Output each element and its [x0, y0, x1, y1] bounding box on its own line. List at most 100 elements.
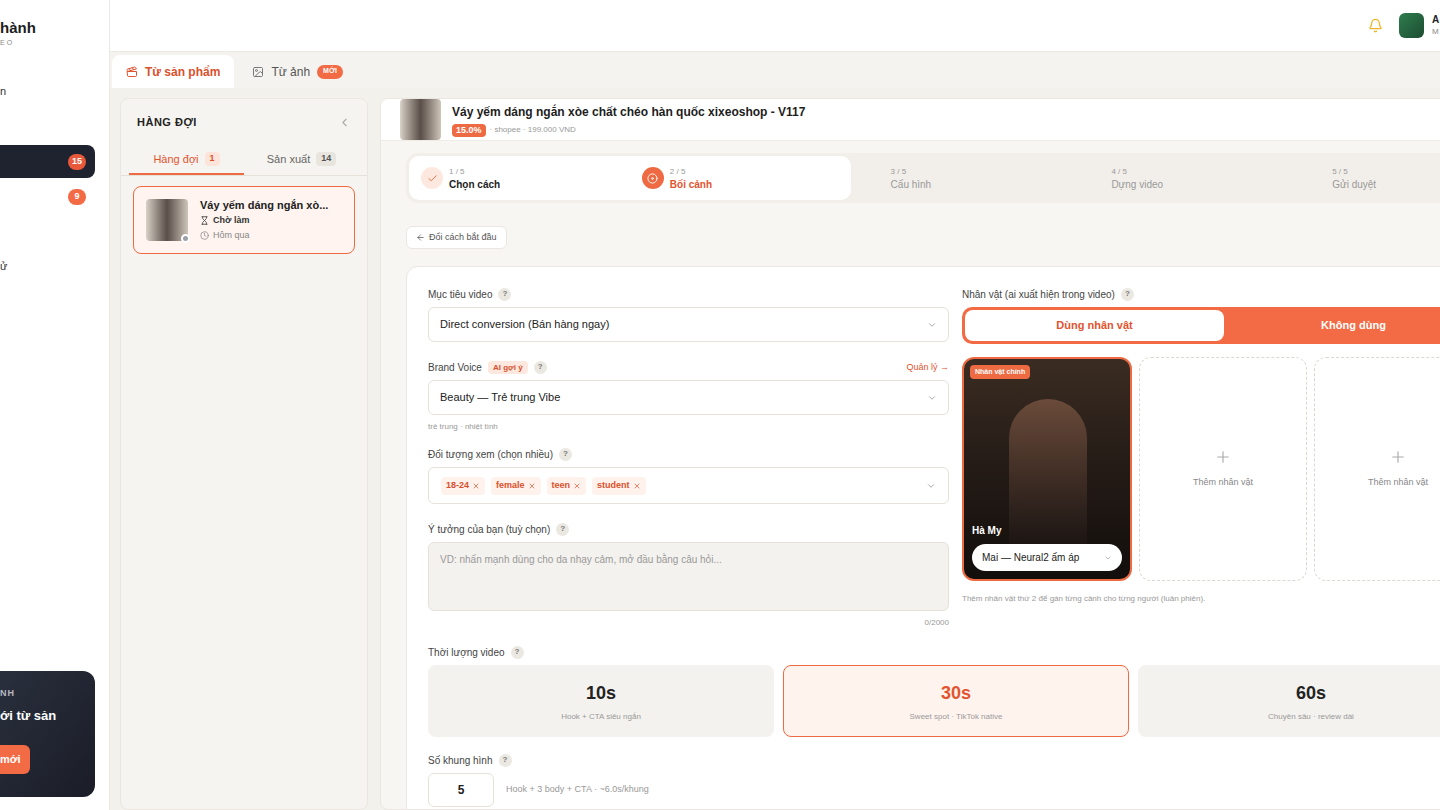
app: hànhEO n 15 9 ử NHới từ sảnmới AM Từ sản phẩmTừ…	[0, 0, 1440, 810]
collapse-icon[interactable]	[338, 116, 351, 129]
help-icon[interactable]: ?	[559, 448, 572, 461]
remove-icon[interactable]	[472, 482, 480, 490]
editor-panel: Váy yếm dáng ngắn xòe chất chéo hàn quốc…	[380, 98, 1440, 810]
chevron-down-icon	[927, 320, 937, 330]
source-tab[interactable]: Từ ảnhMỚI	[238, 55, 356, 88]
character-cards: Nhân vật chínhHà MyMai — Neural2 ấm ápTh…	[962, 357, 1440, 581]
brand-voice-hint: trẻ trung · nhiệt tình	[428, 421, 949, 433]
active-step-icon	[642, 167, 664, 189]
field-label: Thời lượng video?	[428, 643, 1440, 661]
sidebar-badge: 15	[68, 154, 86, 170]
chevron-down-icon	[1104, 554, 1112, 562]
image-icon	[252, 66, 264, 78]
character-mode-toggle: Dùng nhân vậtKhông dùng	[962, 307, 1440, 344]
stepper: 1 / 5Chọn cách2 / 5Bối cảnh3 / 5Cấu hình…	[406, 153, 1440, 203]
chevron-down-icon	[926, 481, 936, 491]
queue-tab[interactable]: Hàng đợi1	[129, 145, 244, 175]
hourglass-icon	[200, 216, 209, 225]
idea-textarea[interactable]: VD: nhấn mạnh dùng cho da nhạy cảm, mở đ…	[428, 542, 949, 611]
field-label: Brand VoiceAI gợi ý?Quản lý →	[428, 358, 949, 376]
top-header: AM	[110, 0, 1440, 52]
help-icon[interactable]: ?	[499, 754, 512, 767]
remove-icon[interactable]	[573, 482, 581, 490]
duration-option[interactable]: 30sSweet spot · TikTok native	[783, 665, 1129, 737]
promo-card: NHới từ sảnmới	[0, 671, 95, 797]
step[interactable]: 3 / 5Cấu hình	[851, 156, 1072, 200]
status-dot	[181, 234, 190, 243]
step[interactable]: 5 / 5Gửi duyệt	[1292, 156, 1440, 200]
duration-option[interactable]: 10sHook + CTA siêu ngắn	[428, 665, 774, 737]
add-character-card[interactable]: Thêm nhân vật	[1139, 357, 1307, 581]
duration-options: 10sHook + CTA siêu ngắn30sSweet spot · T…	[428, 665, 1440, 737]
remove-icon[interactable]	[633, 482, 641, 490]
promo-button[interactable]: mới	[0, 745, 30, 774]
workspace: HÀNG ĐỢIHàng đợi1Sản xuất14 Váy yếm dáng …	[110, 88, 1440, 810]
manage-link[interactable]: Quản lý →	[906, 362, 949, 372]
field-label: Nhân vật (ai xuất hiện trong video)?	[962, 285, 1440, 303]
sidebar-item[interactable]: 9	[0, 179, 109, 214]
voice-select[interactable]: Mai — Neural2 ấm áp	[972, 544, 1122, 571]
sidebar-item[interactable]	[0, 109, 109, 144]
help-icon[interactable]: ?	[1121, 288, 1134, 301]
avatar[interactable]	[1399, 13, 1424, 38]
character-photo	[1009, 399, 1087, 549]
clapper-icon	[126, 66, 138, 78]
bell-icon[interactable]	[1368, 18, 1383, 33]
sidebar-badge: 9	[68, 189, 86, 205]
step[interactable]: 4 / 5Dựng video	[1071, 156, 1292, 200]
source-tab[interactable]: Từ sản phẩm	[112, 55, 234, 88]
check-icon	[421, 167, 443, 189]
product-thumb	[400, 99, 441, 140]
mode-option[interactable]: Dùng nhân vật	[965, 310, 1224, 341]
sidebar: hànhEO n 15 9 ử NHới từ sảnmới	[0, 0, 110, 810]
step[interactable]: 1 / 5Chọn cách	[409, 156, 630, 200]
user-info[interactable]: AM	[1432, 14, 1440, 38]
audience-tag[interactable]: student	[592, 477, 646, 495]
left-column: Mục tiêu video? Direct conversion (Bán hà…	[428, 285, 949, 629]
frames-input[interactable]: 5	[428, 773, 494, 807]
product-header: Váy yếm dáng ngắn xòe chất chéo hàn quốc…	[381, 99, 1440, 141]
sidebar-item[interactable]: 15	[0, 144, 109, 179]
queue-panel: HÀNG ĐỢIHàng đợi1Sản xuất14 Váy yếm dáng …	[120, 98, 368, 810]
queue-item[interactable]: Váy yếm dáng ngắn xò...Chờ làmHôm qua	[133, 186, 355, 254]
queue-tabs: Hàng đợi1Sản xuất14	[121, 145, 367, 176]
queue-header: HÀNG ĐỢI	[121, 99, 367, 145]
character-hint: Thêm nhân vật thứ 2 để gán từng cảnh cho…	[962, 593, 1440, 605]
main-character-badge: Nhân vật chính	[970, 365, 1030, 379]
right-column: Nhân vật (ai xuất hiện trong video)? Dùng…	[962, 285, 1440, 629]
duration-option[interactable]: 60sChuyên sâu · review dài	[1138, 665, 1440, 737]
back-button[interactable]: Đổi cách bắt đầu	[406, 226, 507, 249]
sidebar-nav: n 15 9 ử	[0, 56, 109, 284]
goal-select[interactable]: Direct conversion (Bán hàng ngay)	[428, 307, 949, 342]
audience-tag[interactable]: teen	[547, 477, 587, 495]
sidebar-item[interactable]	[0, 214, 109, 249]
sidebar-item[interactable]: n	[0, 74, 109, 109]
character-card[interactable]: Nhân vật chínhHà MyMai — Neural2 ấm áp	[962, 357, 1132, 581]
chevron-down-icon	[927, 393, 937, 403]
audience-select[interactable]: 18-24 female teen student	[428, 467, 949, 504]
audience-tag[interactable]: female	[491, 477, 541, 495]
plus-icon	[1389, 448, 1407, 466]
queue-tab[interactable]: Sản xuất14	[244, 145, 359, 175]
help-icon[interactable]: ?	[556, 523, 569, 536]
idea-counter: 0/2000	[428, 617, 949, 629]
help-icon[interactable]: ?	[511, 646, 524, 659]
arrow-left-icon	[416, 233, 425, 242]
add-character-card[interactable]: Thêm nhân vật	[1314, 357, 1440, 581]
audience-tag[interactable]: 18-24	[441, 477, 485, 495]
plus-icon	[1214, 448, 1232, 466]
frames-hint: Hook + 3 body + CTA · ~6.0s/khung	[506, 783, 649, 797]
step[interactable]: 2 / 5Bối cảnh	[630, 156, 851, 200]
remove-icon[interactable]	[528, 482, 536, 490]
mode-option[interactable]: Không dùng	[1224, 310, 1440, 341]
commission-badge: 15.0%	[452, 124, 486, 137]
clock-icon	[200, 231, 209, 240]
sidebar-item[interactable]: ử	[0, 249, 109, 284]
brand-voice-select[interactable]: Beauty — Trẻ trung Vibe	[428, 380, 949, 415]
help-icon[interactable]: ?	[498, 288, 511, 301]
ai-badge: AI gợi ý	[488, 361, 528, 374]
brand: hànhEO	[0, 0, 109, 56]
field-label: Mục tiêu video?	[428, 285, 949, 303]
source-tabs: Từ sản phẩmTừ ảnhMỚI	[110, 52, 1440, 88]
help-icon[interactable]: ?	[534, 361, 547, 374]
